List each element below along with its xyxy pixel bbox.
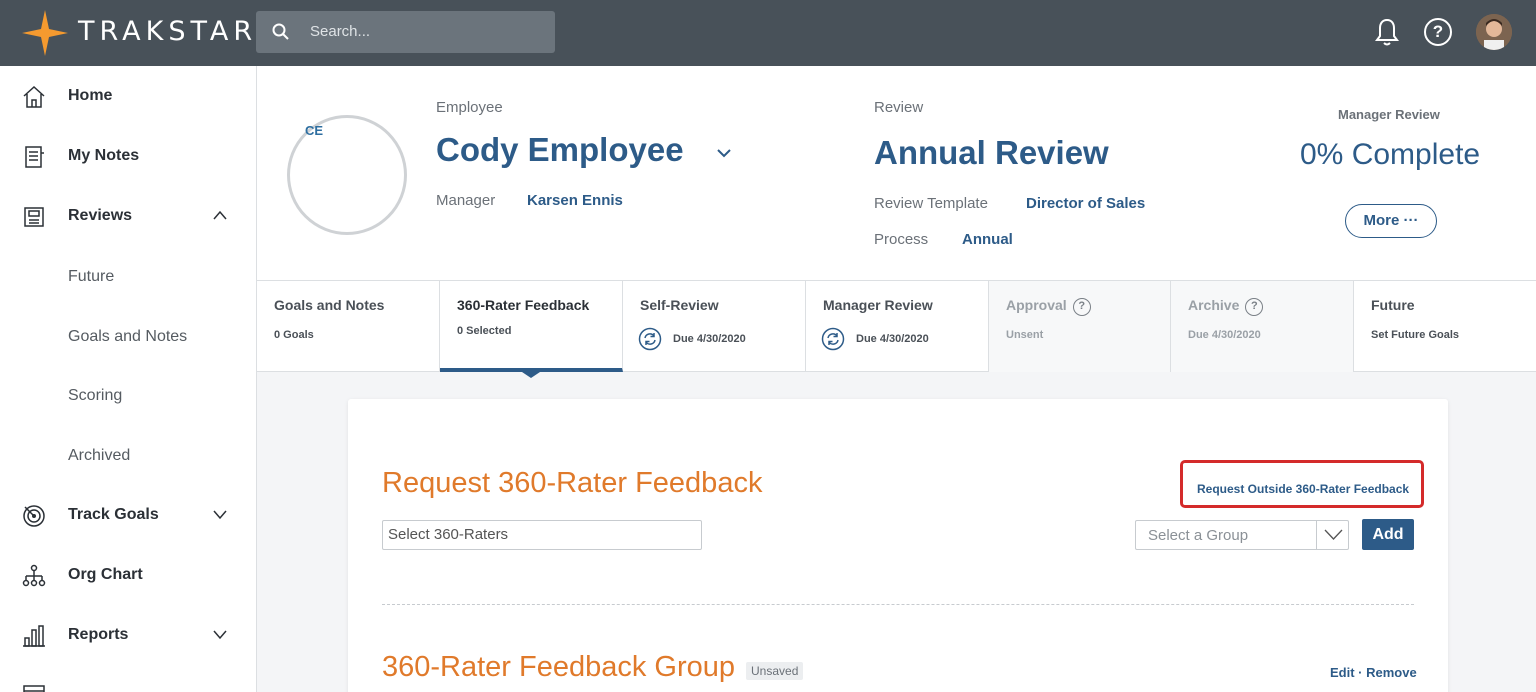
tab-title: Manager Review: [823, 297, 933, 313]
tab-title: 360-Rater Feedback: [457, 297, 590, 313]
tab-title: Self-Review: [640, 297, 719, 313]
template-label: Review Template: [874, 195, 988, 212]
template-link[interactable]: Director of Sales: [1026, 195, 1145, 212]
engagement-icon: [23, 685, 45, 692]
chevron-down-icon: [1324, 529, 1343, 540]
reviews-icon: [24, 207, 44, 227]
tab-360-rater-feedback[interactable]: 360-Rater Feedback 0 Selected: [440, 281, 623, 372]
sidebar-item-label: Track Goals: [68, 506, 159, 523]
tab-goals-and-notes[interactable]: Goals and Notes 0 Goals: [257, 281, 440, 372]
notifications-bell-icon[interactable]: [1374, 17, 1400, 47]
sidebar: Home My Notes Reviews Future Goals and N…: [0, 66, 257, 692]
chevron-down-icon[interactable]: [212, 628, 228, 640]
tab-archive[interactable]: Archive? Due 4/30/2020: [1171, 281, 1354, 372]
avatar-photo-icon: [1476, 14, 1512, 50]
outside-feedback-highlight[interactable]: Request Outside 360-Rater Feedback: [1180, 460, 1424, 508]
manager-link[interactable]: Karsen Ennis: [527, 192, 623, 209]
help-icon[interactable]: ?: [1424, 18, 1452, 46]
tab-self-review[interactable]: Self-Review Due 4/30/2020: [623, 281, 806, 372]
in-progress-sync-icon: [821, 327, 845, 351]
group-select[interactable]: Select a Group: [1135, 520, 1349, 550]
search-box[interactable]: Search...: [256, 11, 555, 53]
sidebar-item-future[interactable]: Future: [68, 268, 114, 286]
help-icon[interactable]: ?: [1072, 298, 1091, 316]
completion-status: 0% Complete: [1300, 138, 1481, 171]
search-input[interactable]: Search...: [310, 23, 370, 40]
process-label: Process: [874, 231, 929, 248]
tab-title: Goals and Notes: [274, 297, 385, 313]
notes-icon: [25, 146, 44, 168]
sidebar-item-home[interactable]: Home: [0, 77, 257, 117]
chevron-up-icon[interactable]: [212, 209, 228, 221]
search-icon: [272, 23, 289, 40]
employee-dropdown-chevron-icon[interactable]: [717, 148, 731, 158]
sidebar-item-label: My Notes: [68, 147, 140, 164]
tab-subtitle: Due 4/30/2020: [1188, 329, 1261, 341]
org-chart-icon: [22, 564, 46, 587]
group-select-arrow[interactable]: [1316, 521, 1349, 549]
sidebar-item-label: Org Chart: [68, 566, 143, 583]
chevron-down-icon[interactable]: [212, 508, 228, 520]
review-header: CE Employee Cody Employee Manager Karsen…: [257, 66, 1536, 281]
trakstar-logo-icon[interactable]: [22, 10, 68, 56]
sidebar-item-reviews[interactable]: Reviews: [0, 197, 257, 237]
tab-title: Future: [1371, 297, 1415, 313]
process-link[interactable]: Annual: [962, 231, 1013, 248]
employee-label: Employee: [436, 99, 503, 116]
status-label: Manager Review: [1338, 107, 1440, 122]
tab-approval[interactable]: Approval? Unsent: [989, 281, 1171, 372]
sidebar-item-label: Reports: [68, 626, 129, 643]
sidebar-item-label: Home: [68, 87, 113, 104]
tab-subtitle: 0 Goals: [274, 329, 314, 341]
app-name[interactable]: TRAKSTAR: [78, 16, 257, 47]
sidebar-item-more[interactable]: [0, 674, 257, 692]
feedback-group-title: 360-Rater Feedback Group: [382, 651, 736, 683]
employee-photo-initials: CE: [305, 123, 324, 138]
tab-subtitle: Due 4/30/2020: [673, 333, 746, 345]
tab-manager-review[interactable]: Manager Review Due 4/30/2020: [806, 281, 989, 372]
tab-subtitle: Due 4/30/2020: [856, 333, 929, 345]
tab-title: Archive?: [1188, 297, 1264, 316]
review-tabs: Goals and Notes 0 Goals 360-Rater Feedba…: [257, 281, 1536, 372]
employee-name[interactable]: Cody Employee: [436, 131, 684, 169]
manager-label: Manager: [436, 192, 496, 209]
request-feedback-title: Request 360-Rater Feedback: [382, 467, 763, 499]
top-bar: TRAKSTAR Search... ?: [0, 0, 1536, 66]
tab-subtitle: Set Future Goals: [1371, 329, 1460, 341]
home-icon: [23, 85, 45, 108]
tab-subtitle: 0 Selected: [457, 325, 512, 337]
sidebar-item-track-goals[interactable]: Track Goals: [0, 496, 257, 536]
active-tab-pointer: [519, 370, 543, 378]
sidebar-item-scoring[interactable]: Scoring: [68, 387, 122, 405]
request-outside-feedback-link[interactable]: Request Outside 360-Rater Feedback: [1197, 482, 1409, 496]
tab-future[interactable]: Future Set Future Goals: [1354, 281, 1536, 372]
tab-title-text: Archive: [1188, 297, 1240, 313]
review-name: Annual Review: [874, 134, 1109, 171]
in-progress-sync-icon: [638, 327, 662, 351]
feedback-card: Request 360-Rater Feedback Request Outsi…: [348, 399, 1448, 692]
more-button[interactable]: More ···: [1345, 204, 1437, 238]
tab-subtitle: Unsent: [1006, 329, 1044, 341]
unsaved-badge: Unsaved: [746, 662, 804, 680]
sidebar-item-label: Reviews: [68, 207, 133, 224]
target-icon: [23, 505, 45, 527]
select-raters-input[interactable]: Select 360-Raters: [382, 520, 702, 550]
tab-title: Approval?: [1006, 297, 1091, 316]
sidebar-item-reports[interactable]: Reports: [0, 616, 257, 656]
tab-title-text: Approval: [1006, 297, 1067, 313]
sidebar-item-archived[interactable]: Archived: [68, 447, 130, 465]
edit-remove-links[interactable]: Edit · Remove: [1330, 665, 1417, 680]
group-select-placeholder: Select a Group: [1148, 527, 1249, 544]
sidebar-item-org-chart[interactable]: Org Chart: [0, 556, 257, 596]
help-icon[interactable]: ?: [1245, 298, 1264, 316]
sidebar-item-my-notes[interactable]: My Notes: [0, 137, 257, 177]
section-divider: [382, 604, 1414, 605]
review-label: Review: [874, 99, 924, 116]
user-avatar[interactable]: [1476, 14, 1512, 50]
reports-icon: [23, 625, 45, 647]
sidebar-item-goals-and-notes[interactable]: Goals and Notes: [68, 328, 187, 346]
add-button[interactable]: Add: [1362, 519, 1414, 550]
